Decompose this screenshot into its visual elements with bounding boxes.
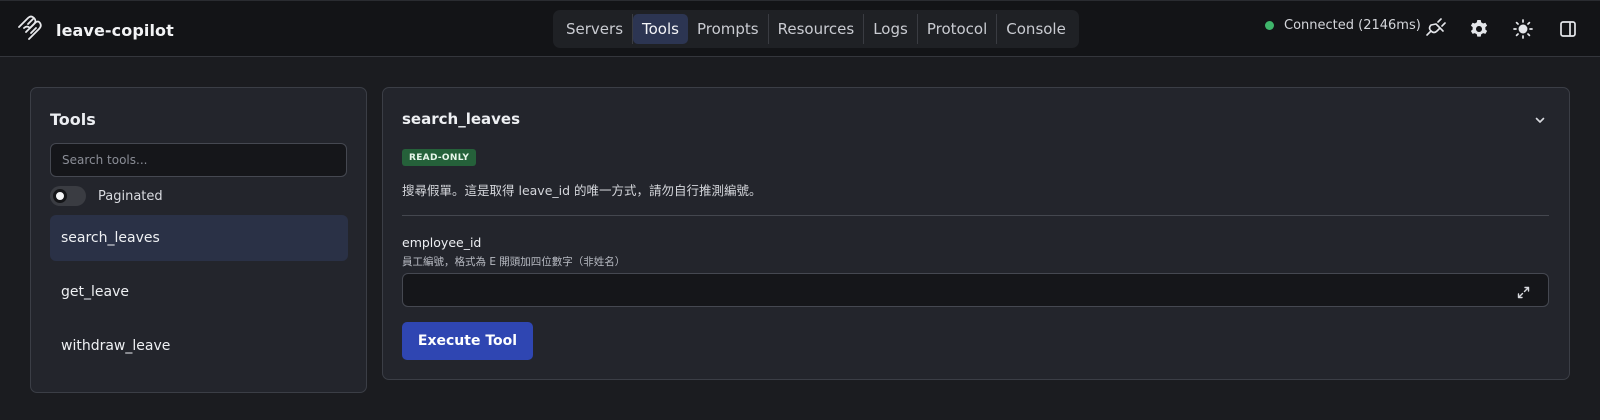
tab-resources[interactable]: Resources [769, 14, 865, 44]
read-only-badge: READ-ONLY [402, 149, 477, 166]
plug-icon[interactable] [1424, 18, 1446, 40]
sidebar-title: Tools [50, 110, 96, 129]
execute-tool-button[interactable]: Execute Tool [402, 322, 533, 360]
paginated-toggle[interactable] [50, 186, 86, 206]
sun-icon[interactable] [1512, 18, 1534, 40]
mcp-logo-icon [16, 15, 42, 45]
tab-prompts[interactable]: Prompts [688, 14, 769, 44]
top-bar: leave-copilot Servers Tools Prompts Reso… [0, 0, 1600, 57]
nav-tabs: Servers Tools Prompts Resources Logs Pro… [553, 10, 1079, 48]
tools-sidebar: Tools Paginated search_leaves get_leave … [30, 87, 367, 393]
status-text: Connected (2146ms) [1284, 18, 1421, 33]
sidebar-toggle-icon[interactable] [1557, 18, 1579, 40]
gear-icon[interactable] [1468, 18, 1490, 40]
tab-tools[interactable]: Tools [633, 14, 688, 44]
field-label: employee_id [402, 235, 482, 250]
paginated-label: Paginated [98, 188, 163, 204]
expand-icon[interactable] [1517, 284, 1530, 299]
tool-item-search-leaves[interactable]: search_leaves [50, 215, 348, 261]
tool-title: search_leaves [402, 110, 521, 128]
tab-logs[interactable]: Logs [864, 14, 918, 44]
connection-status: Connected (2146ms) [1265, 18, 1421, 33]
tool-detail-panel: search_leaves READ-ONLY 搜尋假單。這是取得 leave_… [382, 87, 1570, 380]
paginated-row: Paginated [50, 186, 163, 206]
tab-servers[interactable]: Servers [557, 14, 634, 44]
employee-id-field[interactable] [402, 273, 1549, 307]
status-dot [1265, 21, 1274, 30]
chevron-down-icon[interactable] [1533, 112, 1547, 126]
divider [402, 215, 1549, 216]
app-name: leave-copilot [56, 20, 174, 40]
tab-console[interactable]: Console [997, 14, 1075, 44]
tool-description: 搜尋假單。這是取得 leave_id 的唯一方式，請勿自行推測編號。 [402, 183, 762, 198]
field-description: 員工編號，格式為 E 開頭加四位數字（非姓名） [402, 256, 626, 268]
tab-protocol[interactable]: Protocol [918, 14, 998, 44]
search-input[interactable] [50, 143, 347, 177]
tool-item-get-leave[interactable]: get_leave [50, 269, 348, 315]
tool-item-withdraw-leave[interactable]: withdraw_leave [50, 323, 348, 369]
brand: leave-copilot [16, 15, 174, 45]
toggle-knob [53, 189, 67, 203]
